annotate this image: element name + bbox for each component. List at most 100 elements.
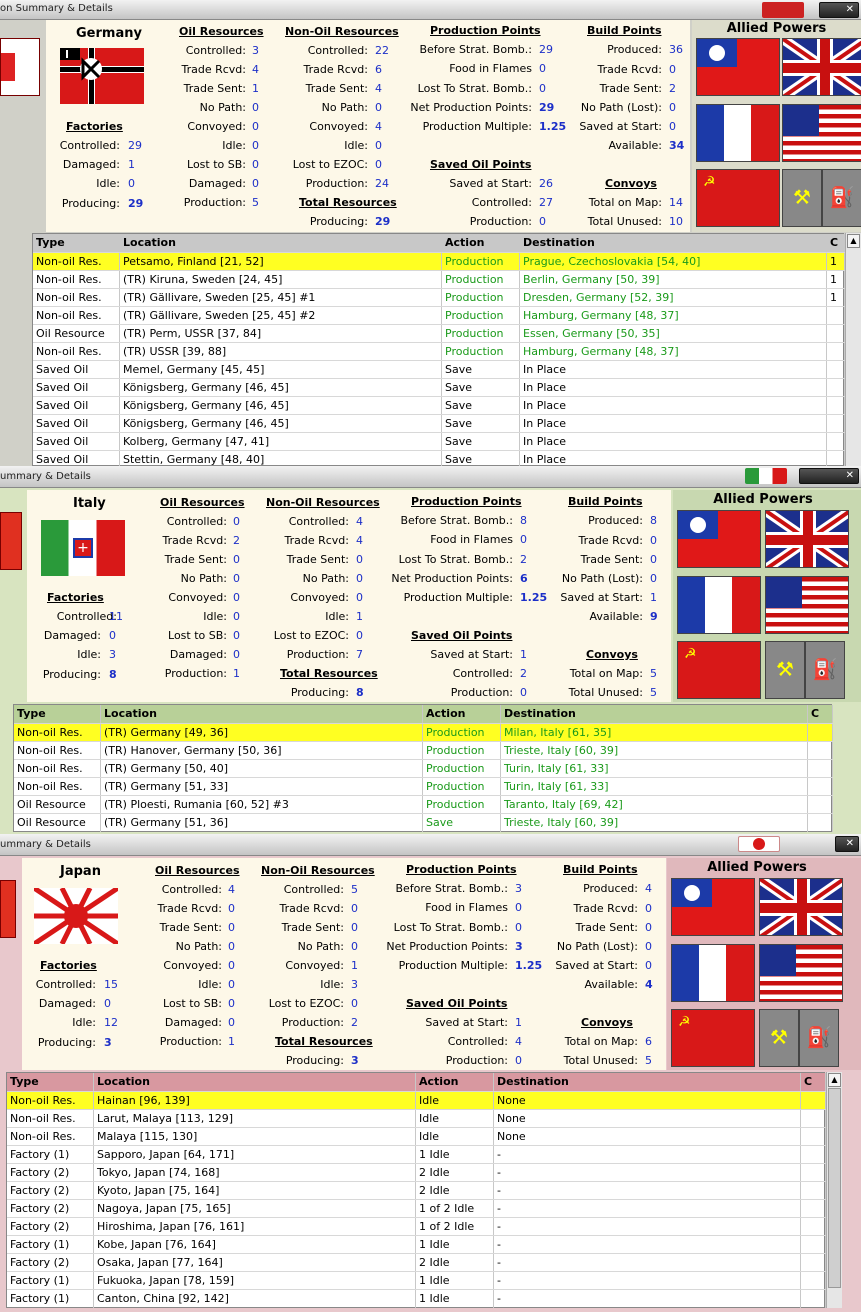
col-destination[interactable]: Destination	[494, 1073, 801, 1091]
value: 34	[669, 139, 685, 152]
ussr-flag-icon[interactable]: ☭	[677, 641, 761, 699]
france-flag-icon[interactable]	[677, 576, 761, 634]
cell-location: Malaya [115, 130]	[94, 1128, 416, 1146]
table-row[interactable]: Non-oil Res. (TR) Gällivare, Sweden [25, …	[33, 288, 845, 307]
side-flag-stub[interactable]	[0, 38, 40, 96]
table-row[interactable]: Factory (1) Canton, China [92, 142] 1 Idle…	[7, 1289, 826, 1308]
japan-titlebar[interactable]: ummary & Details ✕	[0, 834, 861, 856]
table-row[interactable]: Factory (2) Hiroshima, Japan [76, 161] 1 o…	[7, 1217, 826, 1236]
uk-flag-icon[interactable]	[782, 38, 861, 96]
france-flag-icon[interactable]	[696, 104, 780, 162]
value: 8	[650, 514, 657, 527]
table-row[interactable]: Saved Oil Königsberg, Germany [46, 45] Sav…	[33, 414, 845, 433]
uk-flag-icon[interactable]	[759, 878, 843, 936]
table-row[interactable]: Factory (1) Sapporo, Japan [64, 171] 1 Idl…	[7, 1145, 826, 1164]
close-icon[interactable]: ✕	[799, 468, 859, 484]
col-destination[interactable]: Destination	[520, 234, 827, 252]
table-row[interactable]: Non-oil Res. (TR) Germany [50, 40] Product…	[14, 759, 833, 778]
scroll-up-icon[interactable]: ▲	[828, 1073, 841, 1087]
table-row[interactable]: Saved Oil Königsberg, Germany [46, 45] Sav…	[33, 378, 845, 397]
col-type[interactable]: Type	[14, 705, 101, 723]
table-row[interactable]: Oil Resource (TR) Germany [51, 36] Save Tri…	[14, 813, 833, 832]
oil-derrick-icon[interactable]: ⛽	[799, 1009, 839, 1067]
ussr-flag-icon[interactable]: ☭	[671, 1009, 755, 1067]
col-type[interactable]: Type	[33, 234, 120, 252]
label: No Path:	[321, 101, 368, 114]
col-location[interactable]: Location	[101, 705, 423, 723]
close-icon[interactable]: ✕	[835, 836, 859, 852]
france-flag-icon[interactable]	[671, 944, 755, 1002]
table-row[interactable]: Non-oil Res. Larut, Malaya [113, 129] Idle…	[7, 1109, 826, 1128]
side-flag-stub[interactable]	[0, 512, 22, 570]
table-row[interactable]: Factory (1) Kobe, Japan [76, 164] 1 Idle -	[7, 1235, 826, 1254]
label: Trade Rcvd:	[303, 63, 368, 76]
table-row[interactable]: Saved Oil Kolberg, Germany [47, 41] Save In…	[33, 432, 845, 451]
table-row[interactable]: Non-oil Res. (TR) Germany [49, 36] Product…	[14, 723, 833, 742]
table-row[interactable]: Saved Oil Memel, Germany [45, 45] Save In P…	[33, 360, 845, 379]
oil-derrick-icon[interactable]: ⛽	[822, 169, 861, 227]
table-row[interactable]: Factory (2) Kyoto, Japan [75, 164] 2 Idle -	[7, 1181, 826, 1200]
cell-dest: Turin, Italy [61, 33]	[501, 778, 808, 796]
mines-icon[interactable]: ⚒	[782, 169, 822, 227]
cell-type: Factory (2)	[7, 1200, 94, 1218]
usa-flag-icon[interactable]	[759, 944, 843, 1002]
label: Damaged:	[62, 158, 120, 171]
build-points-heading: Build Points	[587, 24, 662, 37]
col-action[interactable]: Action	[416, 1073, 494, 1091]
table-row[interactable]: Non-oil Res. (TR) Hanover, Germany [50, 3…	[14, 741, 833, 760]
table-row[interactable]: Non-oil Res. Petsamo, Finland [21, 52] Pro…	[33, 252, 845, 271]
table-row[interactable]: Oil Resource (TR) Ploesti, Rumania [60, 5…	[14, 795, 833, 814]
cell-c	[801, 1236, 826, 1254]
vertical-scrollbar[interactable]: ▲	[845, 233, 861, 466]
china-flag-icon[interactable]	[677, 510, 761, 568]
col-destination[interactable]: Destination	[501, 705, 808, 723]
cell-c	[801, 1218, 826, 1236]
china-flag-icon[interactable]	[696, 38, 780, 96]
value: 0	[515, 901, 522, 914]
table-row[interactable]: Non-oil Res. Hainan [96, 139] Idle None	[7, 1091, 826, 1110]
table-row[interactable]: Non-oil Res. (TR) USSR [39, 88] Production…	[33, 342, 845, 361]
table-row[interactable]: Factory (2) Osaka, Japan [77, 164] 2 Idle -	[7, 1253, 826, 1272]
table-row[interactable]: Non-oil Res. (TR) Gällivare, Sweden [25, …	[33, 306, 845, 325]
cell-dest: Hamburg, Germany [48, 37]	[520, 307, 827, 325]
mines-icon[interactable]: ⚒	[759, 1009, 799, 1067]
table-row[interactable]: Factory (2) Nagoya, Japan [75, 165] 1 of 2…	[7, 1199, 826, 1218]
col-action[interactable]: Action	[423, 705, 501, 723]
table-row[interactable]: Non-oil Res. Malaya [115, 130] Idle None	[7, 1127, 826, 1146]
table-row[interactable]: Oil Resource (TR) Perm, USSR [37, 84] Prod…	[33, 324, 845, 343]
uk-flag-icon[interactable]	[765, 510, 849, 568]
scroll-up-icon[interactable]: ▲	[847, 234, 860, 248]
col-c[interactable]: C	[827, 234, 845, 252]
italy-titlebar[interactable]: ummary & Details ✕	[0, 466, 861, 488]
table-row[interactable]: Non-oil Res. (TR) Kiruna, Sweden [24, 45]…	[33, 270, 845, 289]
table-row[interactable]: Factory (1) Fukuoka, Japan [78, 159] 1 Idl…	[7, 1271, 826, 1290]
table-row[interactable]: Factory (2) Tokyo, Japan [74, 168] 2 Idle -	[7, 1163, 826, 1182]
close-icon[interactable]: ✕	[819, 2, 859, 18]
value: 0	[233, 648, 240, 661]
col-location[interactable]: Location	[120, 234, 442, 252]
germany-titlebar[interactable]: on Summary & Details ✕	[0, 0, 861, 20]
col-c[interactable]: C	[801, 1073, 826, 1091]
side-flag-stub[interactable]	[0, 880, 16, 938]
mines-icon[interactable]: ⚒	[765, 641, 805, 699]
value: 1	[520, 648, 527, 661]
cell-type: Saved Oil	[33, 415, 120, 433]
table-row[interactable]: Saved Oil Stettin, Germany [48, 40] Save In…	[33, 450, 845, 466]
col-c[interactable]: C	[808, 705, 833, 723]
table-row[interactable]: Non-oil Res. (TR) Germany [51, 33] Product…	[14, 777, 833, 796]
usa-flag-icon[interactable]	[765, 576, 849, 634]
scroll-thumb[interactable]	[828, 1088, 841, 1288]
label: Produced:	[588, 514, 643, 527]
ussr-flag-icon[interactable]: ☭	[696, 169, 780, 227]
cell-type: Factory (1)	[7, 1272, 94, 1290]
vertical-scrollbar[interactable]: ▲	[826, 1072, 842, 1308]
col-action[interactable]: Action	[442, 234, 520, 252]
china-flag-icon[interactable]	[671, 878, 755, 936]
col-type[interactable]: Type	[7, 1073, 94, 1091]
oil-derrick-icon[interactable]: ⛽	[805, 641, 845, 699]
col-location[interactable]: Location	[94, 1073, 416, 1091]
usa-flag-icon[interactable]	[782, 104, 861, 162]
table-header: Type Location Action Destination C	[33, 234, 845, 252]
label: Saved at Start:	[425, 1016, 508, 1029]
table-row[interactable]: Saved Oil Königsberg, Germany [46, 45] Sav…	[33, 396, 845, 415]
